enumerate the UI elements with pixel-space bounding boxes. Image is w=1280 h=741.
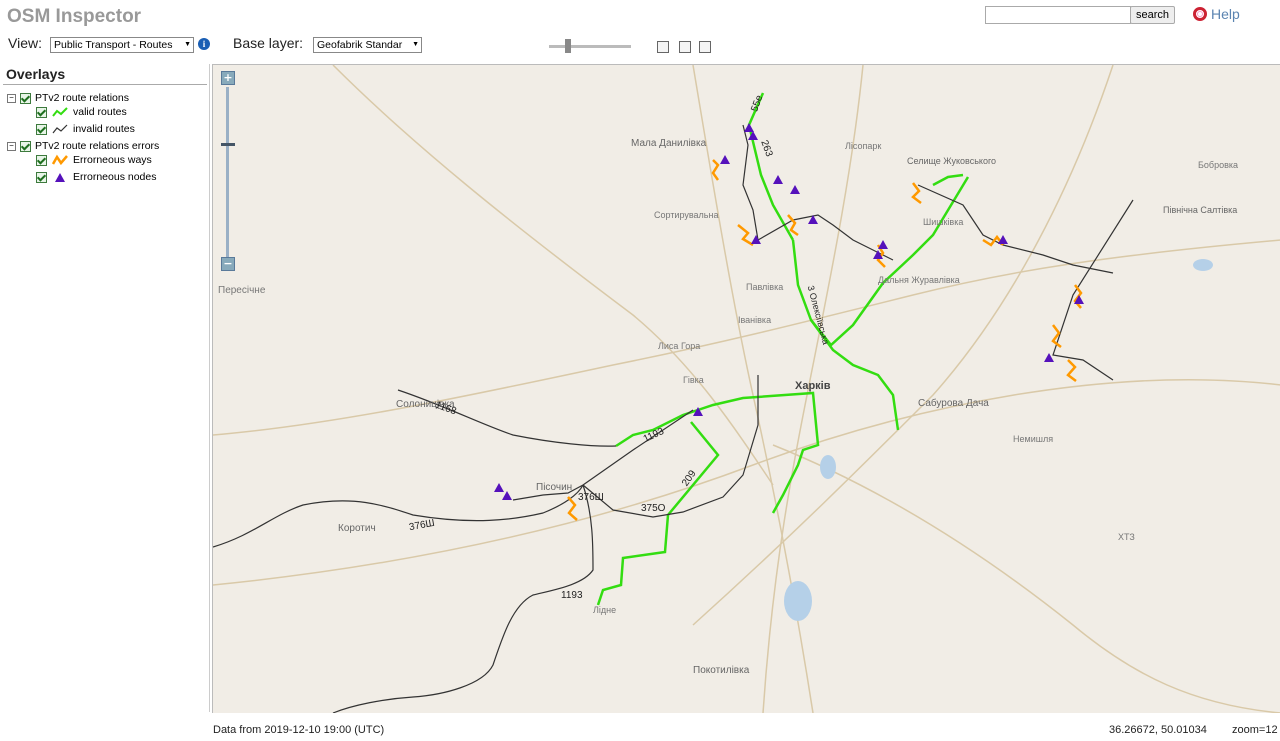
top-bar: OSM Inspector search Help View: Public T… xyxy=(0,0,1280,64)
status-bar: Data from 2019-12-10 19:00 (UTC) 36.2667… xyxy=(212,712,1280,741)
overlays-sidebar: Overlays − PTv2 route relations valid ro… xyxy=(0,64,210,712)
place-label: Сабурова Дача xyxy=(918,398,989,409)
place-label: Шишківка xyxy=(923,217,964,227)
item-label: Errorneous nodes xyxy=(73,171,157,183)
place-label: Покотилівка xyxy=(693,665,750,676)
place-label: Іванівка xyxy=(738,315,772,325)
search-button[interactable]: search xyxy=(1130,6,1176,24)
checkbox-route-relations[interactable] xyxy=(20,92,31,104)
opacity-slider-track[interactable] xyxy=(549,45,631,48)
place-label: Лиса Гора xyxy=(658,341,701,351)
zoom-in-button[interactable]: + xyxy=(221,71,235,85)
checkbox-erroneous-nodes[interactable] xyxy=(36,171,47,183)
place-label: Мала Данилівка xyxy=(631,138,707,149)
tree-item-invalid-routes[interactable]: invalid routes xyxy=(36,122,135,136)
item-label: invalid routes xyxy=(73,123,135,135)
view-select[interactable]: Public Transport - Routes xyxy=(50,37,194,53)
base-roads xyxy=(213,65,1280,713)
edit-josm-icon[interactable] xyxy=(657,41,669,53)
place-label: Павлівка xyxy=(746,282,784,292)
item-label: valid routes xyxy=(73,106,127,118)
item-label: Errorneous ways xyxy=(73,154,152,166)
tree-item-valid-routes[interactable]: valid routes xyxy=(36,105,127,119)
group-label: PTv2 route relations errors xyxy=(35,140,160,152)
zoom-control[interactable]: + − xyxy=(221,71,235,271)
place-label: Сортирувальна xyxy=(654,210,719,220)
divider xyxy=(3,84,207,85)
collapse-icon[interactable]: − xyxy=(7,93,16,103)
map-canvas[interactable] xyxy=(213,65,1280,713)
erroneous-nodes xyxy=(494,123,1084,500)
zoom-slider-track[interactable] xyxy=(226,87,229,257)
place-label: Північна Салтівка xyxy=(1163,205,1238,215)
tree-item-erroneous-ways[interactable]: Errorneous ways xyxy=(36,153,152,167)
group-label: PTv2 route relations xyxy=(35,92,129,104)
place-label: Пересічне xyxy=(218,285,266,296)
place-label: Коротич xyxy=(338,523,376,534)
place-label: Немишля xyxy=(1013,434,1054,444)
place-label: Дальня Журавлівка xyxy=(878,275,960,285)
help-label: Help xyxy=(1211,6,1240,22)
edit-id-icon[interactable] xyxy=(699,41,711,53)
search-input[interactable] xyxy=(985,6,1131,24)
zoom-out-button[interactable]: − xyxy=(221,257,235,271)
route-label: 376Ш xyxy=(578,492,604,503)
checkbox-erroneous-ways[interactable] xyxy=(36,154,47,166)
zoom-slider-handle[interactable] xyxy=(221,143,235,146)
data-timestamp: Data from 2019-12-10 19:00 (UTC) xyxy=(213,724,385,736)
tree-group-route-relations[interactable]: − PTv2 route relations xyxy=(7,91,129,105)
collapse-icon[interactable]: − xyxy=(7,141,16,151)
overlays-title: Overlays xyxy=(6,66,66,82)
cursor-coordinates: 36.26672, 50.01034 xyxy=(1109,724,1207,736)
base-layer-label: Base layer: xyxy=(233,35,304,51)
place-label: Пісочин xyxy=(536,482,573,493)
help-link[interactable]: Help xyxy=(1193,6,1240,22)
checkbox-route-errors[interactable] xyxy=(20,140,31,152)
green-zigzag-line-icon xyxy=(52,107,68,117)
checkbox-valid-routes[interactable] xyxy=(36,106,47,118)
place-label: ХТЗ xyxy=(1118,532,1135,542)
lifebuoy-icon xyxy=(1193,7,1207,21)
map-viewport[interactable]: Мала Данилівка Сортирувальна Лісопарк Се… xyxy=(212,64,1280,713)
place-label: Бобровка xyxy=(1198,160,1238,170)
orange-zigzag-line-icon xyxy=(51,154,68,166)
place-label: Лідне xyxy=(593,605,617,615)
place-label: Селище Жуковського xyxy=(907,156,997,166)
route-label: 375О xyxy=(641,503,666,514)
tree-item-erroneous-nodes[interactable]: Errorneous nodes xyxy=(36,170,156,184)
water-bodies xyxy=(784,259,1213,621)
base-layer-select[interactable]: Geofabrik Standar xyxy=(313,37,422,53)
edit-potlatch-icon[interactable] xyxy=(679,41,691,53)
place-label: Лісопарк xyxy=(845,141,882,151)
checkbox-invalid-routes[interactable] xyxy=(36,123,47,135)
place-label: Гівка xyxy=(683,375,704,385)
purple-triangle-icon xyxy=(55,173,65,182)
place-label: Харків xyxy=(795,380,831,392)
tree-group-route-errors[interactable]: − PTv2 route relations errors xyxy=(7,139,159,153)
view-label: View: xyxy=(8,35,42,51)
zoom-level: zoom=12 xyxy=(1232,724,1278,736)
route-label: 1193 xyxy=(561,590,583,601)
dark-zigzag-line-icon xyxy=(52,124,68,134)
opacity-slider-thumb[interactable] xyxy=(565,39,571,53)
info-icon[interactable]: i xyxy=(198,38,210,50)
app-title: OSM Inspector xyxy=(7,6,142,27)
